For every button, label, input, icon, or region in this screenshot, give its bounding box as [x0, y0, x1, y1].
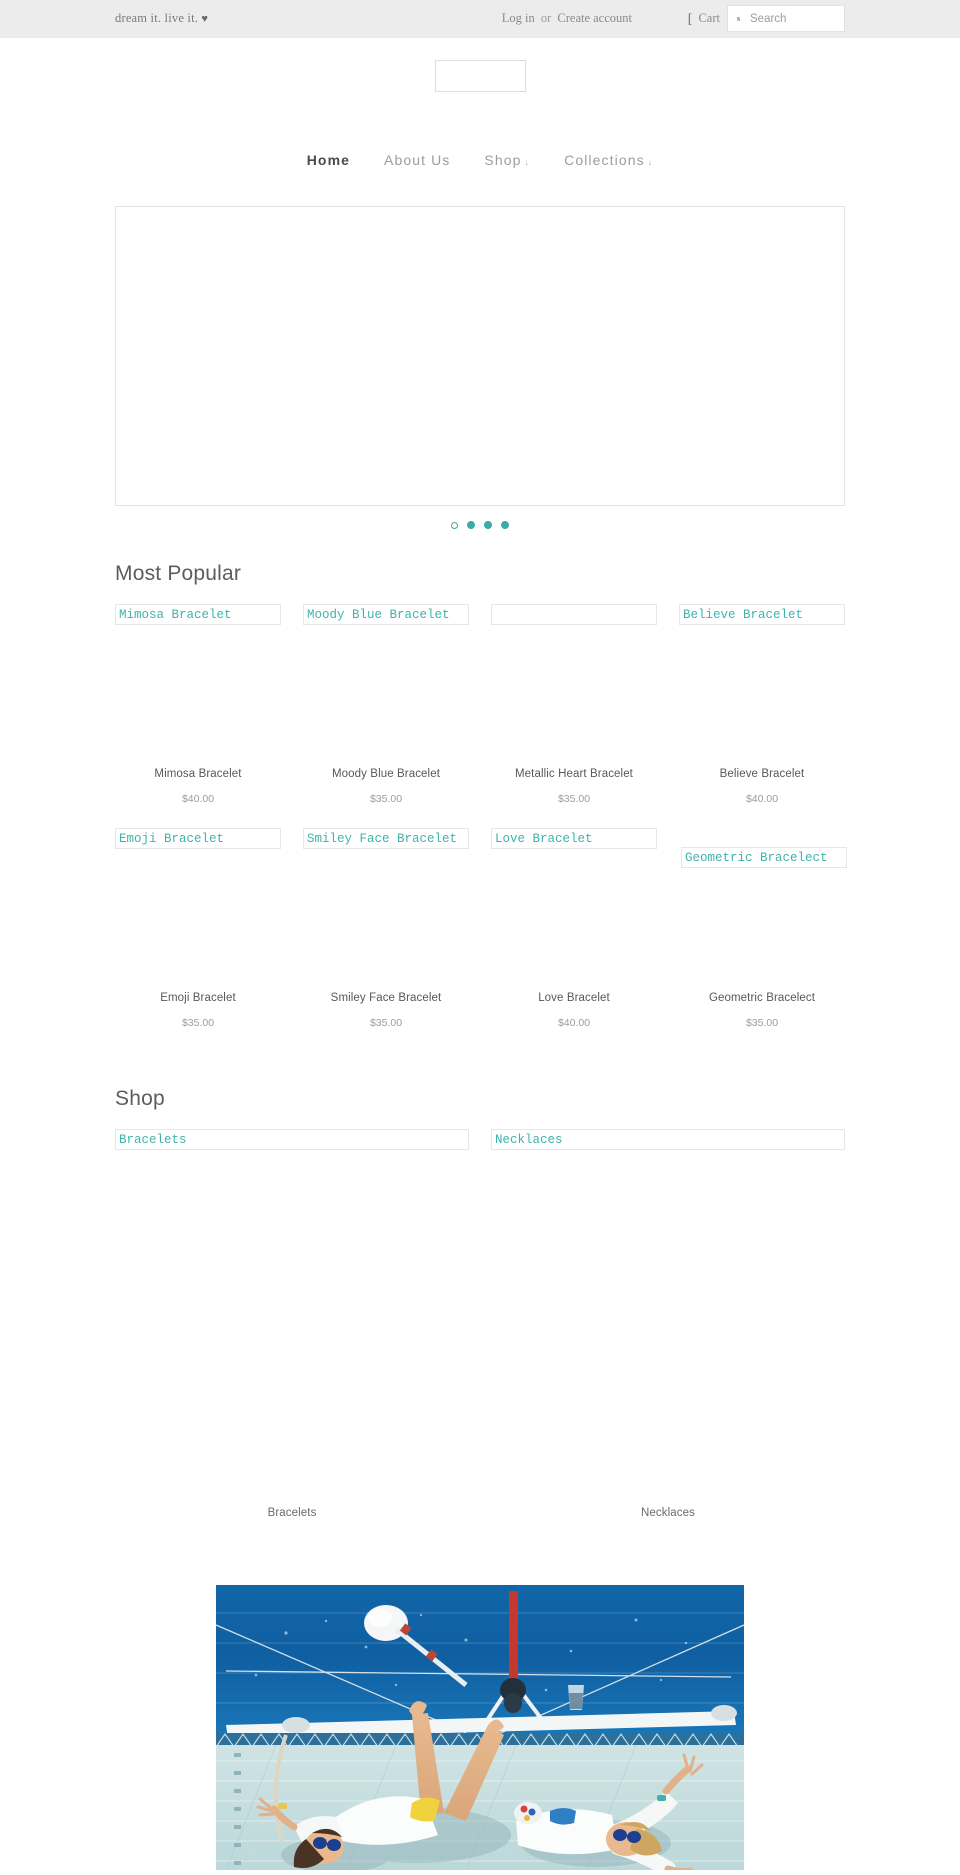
top-utility-bar-inner: dream it. live it. ♥ Log in or Create ac… — [115, 0, 845, 38]
most-popular-title: Most Popular — [115, 562, 242, 585]
product-card[interactable]: Believe Bracelet Believe Bracelet $40.00 — [679, 604, 845, 805]
product-image-spacer — [679, 849, 845, 992]
product-image[interactable]: Love Bracelet — [491, 828, 657, 849]
product-price: $35.00 — [745, 1017, 779, 1029]
product-price: $35.00 — [557, 793, 591, 805]
nav-item-home[interactable]: Home — [290, 152, 367, 168]
product-title: Love Bracelet — [538, 992, 610, 1004]
site-tagline: dream it. live it. ♥ — [115, 11, 208, 26]
cart-link[interactable]: [ Cart — [688, 11, 720, 28]
top-utility-bar: dream it. live it. ♥ Log in or Create ac… — [0, 0, 960, 38]
product-card[interactable]: Moody Blue Bracelet Moody Blue Bracelet … — [303, 604, 469, 805]
product-price: $40.00 — [745, 793, 779, 805]
collection-caption: Necklaces — [641, 1507, 695, 1519]
search-input[interactable] — [750, 6, 842, 31]
product-image[interactable]: Emoji Bracelet — [115, 828, 281, 849]
login-link[interactable]: Log in — [502, 11, 535, 25]
product-title: Geometric Bracelect — [708, 992, 816, 1004]
shop-title: Shop — [115, 1087, 165, 1110]
collection-image-spacer — [491, 1150, 845, 1507]
product-grid-row-2: Emoji Bracelet Emoji Bracelet $35.00 Smi… — [115, 828, 847, 1029]
hero-carousel[interactable] — [115, 206, 845, 506]
product-title: Emoji Bracelet — [160, 992, 236, 1004]
nav-item-shop-label: Shop — [484, 152, 522, 168]
product-card[interactable]: Geometric Bracelect Geometric Bracelect … — [679, 828, 847, 1029]
product-image[interactable]: Believe Bracelet — [679, 604, 845, 625]
collection-card[interactable]: Necklaces Necklaces — [491, 1129, 845, 1519]
product-image-spacer — [491, 849, 657, 992]
product-image[interactable]: Smiley Face Bracelet — [303, 828, 469, 849]
product-title: Believe Bracelet — [719, 768, 805, 780]
nav-item-about-us[interactable]: About Us — [367, 152, 467, 168]
nav-item-collections-label: Collections — [564, 152, 645, 168]
product-price: $35.00 — [181, 1017, 215, 1029]
shop-section: Shop Bracelets Bracelets Necklaces Neckl… — [115, 1087, 845, 1519]
product-card[interactable]: Mimosa Bracelet Mimosa Bracelet $40.00 — [115, 604, 281, 805]
product-card[interactable]: Smiley Face Bracelet Smiley Face Bracele… — [303, 828, 469, 1029]
cart-icon: [ — [687, 12, 693, 27]
main-navigation: Home About Us Shop ↓ Collections ↓ — [115, 92, 845, 168]
nav-item-home-label: Home — [306, 152, 350, 168]
lifestyle-photo-image — [216, 1585, 744, 1870]
collection-image[interactable]: Bracelets — [115, 1129, 469, 1150]
create-account-link[interactable]: Create account — [557, 11, 632, 25]
account-links: Log in or Create account — [502, 11, 632, 26]
cart-label: Cart — [698, 11, 720, 25]
collection-card[interactable]: Bracelets Bracelets — [115, 1129, 469, 1519]
chevron-down-icon: ↓ — [524, 157, 531, 167]
product-image-spacer — [303, 849, 469, 992]
product-image[interactable]: Mimosa Bracelet — [115, 604, 281, 625]
product-image-spacer — [491, 625, 657, 768]
product-price: $40.00 — [181, 793, 215, 805]
product-grid-row-1: Mimosa Bracelet Mimosa Bracelet $40.00 M… — [115, 604, 845, 805]
product-image-spacer — [115, 625, 281, 768]
carousel-dot-3[interactable] — [484, 521, 492, 529]
site-logo[interactable] — [434, 60, 526, 92]
carousel-dots — [115, 506, 845, 532]
product-price: $35.00 — [369, 793, 403, 805]
collection-caption: Bracelets — [267, 1507, 317, 1519]
product-title: Moody Blue Bracelet — [331, 768, 440, 780]
lifestyle-photo — [216, 1585, 744, 1870]
heart-icon: ♥ — [201, 13, 209, 25]
search-icon: s — [737, 14, 741, 23]
logo-area — [115, 38, 845, 92]
product-card[interactable]: Love Bracelet Love Bracelet $40.00 — [491, 828, 657, 1029]
product-image-spacer — [115, 849, 281, 992]
product-price: $35.00 — [369, 1017, 403, 1029]
product-title: Metallic Heart Bracelet — [515, 768, 633, 780]
collection-image-spacer — [115, 1150, 469, 1507]
carousel-dot-1[interactable] — [451, 521, 458, 529]
product-image-spacer — [679, 625, 845, 768]
product-image[interactable] — [491, 604, 657, 625]
product-image[interactable]: Moody Blue Bracelet — [303, 604, 469, 625]
search-box[interactable]: s — [727, 5, 845, 32]
nav-item-shop[interactable]: Shop ↓ — [467, 152, 547, 168]
collection-grid: Bracelets Bracelets Necklaces Necklaces — [115, 1129, 845, 1519]
carousel-dot-4[interactable] — [501, 521, 509, 529]
product-card[interactable]: Metallic Heart Bracelet $35.00 — [491, 604, 657, 805]
product-image[interactable]: Geometric Bracelect — [681, 847, 847, 868]
nav-item-about-us-label: About Us — [384, 152, 451, 168]
carousel-dot-2[interactable] — [467, 521, 475, 529]
collection-image[interactable]: Necklaces — [491, 1129, 845, 1150]
product-title: Smiley Face Bracelet — [330, 992, 442, 1004]
product-image-spacer — [303, 625, 469, 768]
product-price: $40.00 — [557, 1017, 591, 1029]
site-tagline-text: dream it. live it. — [115, 11, 199, 25]
chevron-down-icon: ↓ — [647, 157, 654, 167]
product-card[interactable]: Emoji Bracelet Emoji Bracelet $35.00 — [115, 828, 281, 1029]
account-links-separator: or — [540, 11, 552, 25]
product-title: Mimosa Bracelet — [154, 768, 242, 780]
most-popular-section: Most Popular Mimosa Bracelet Mimosa Brac… — [115, 562, 847, 1029]
nav-item-collections[interactable]: Collections ↓ — [547, 152, 670, 168]
